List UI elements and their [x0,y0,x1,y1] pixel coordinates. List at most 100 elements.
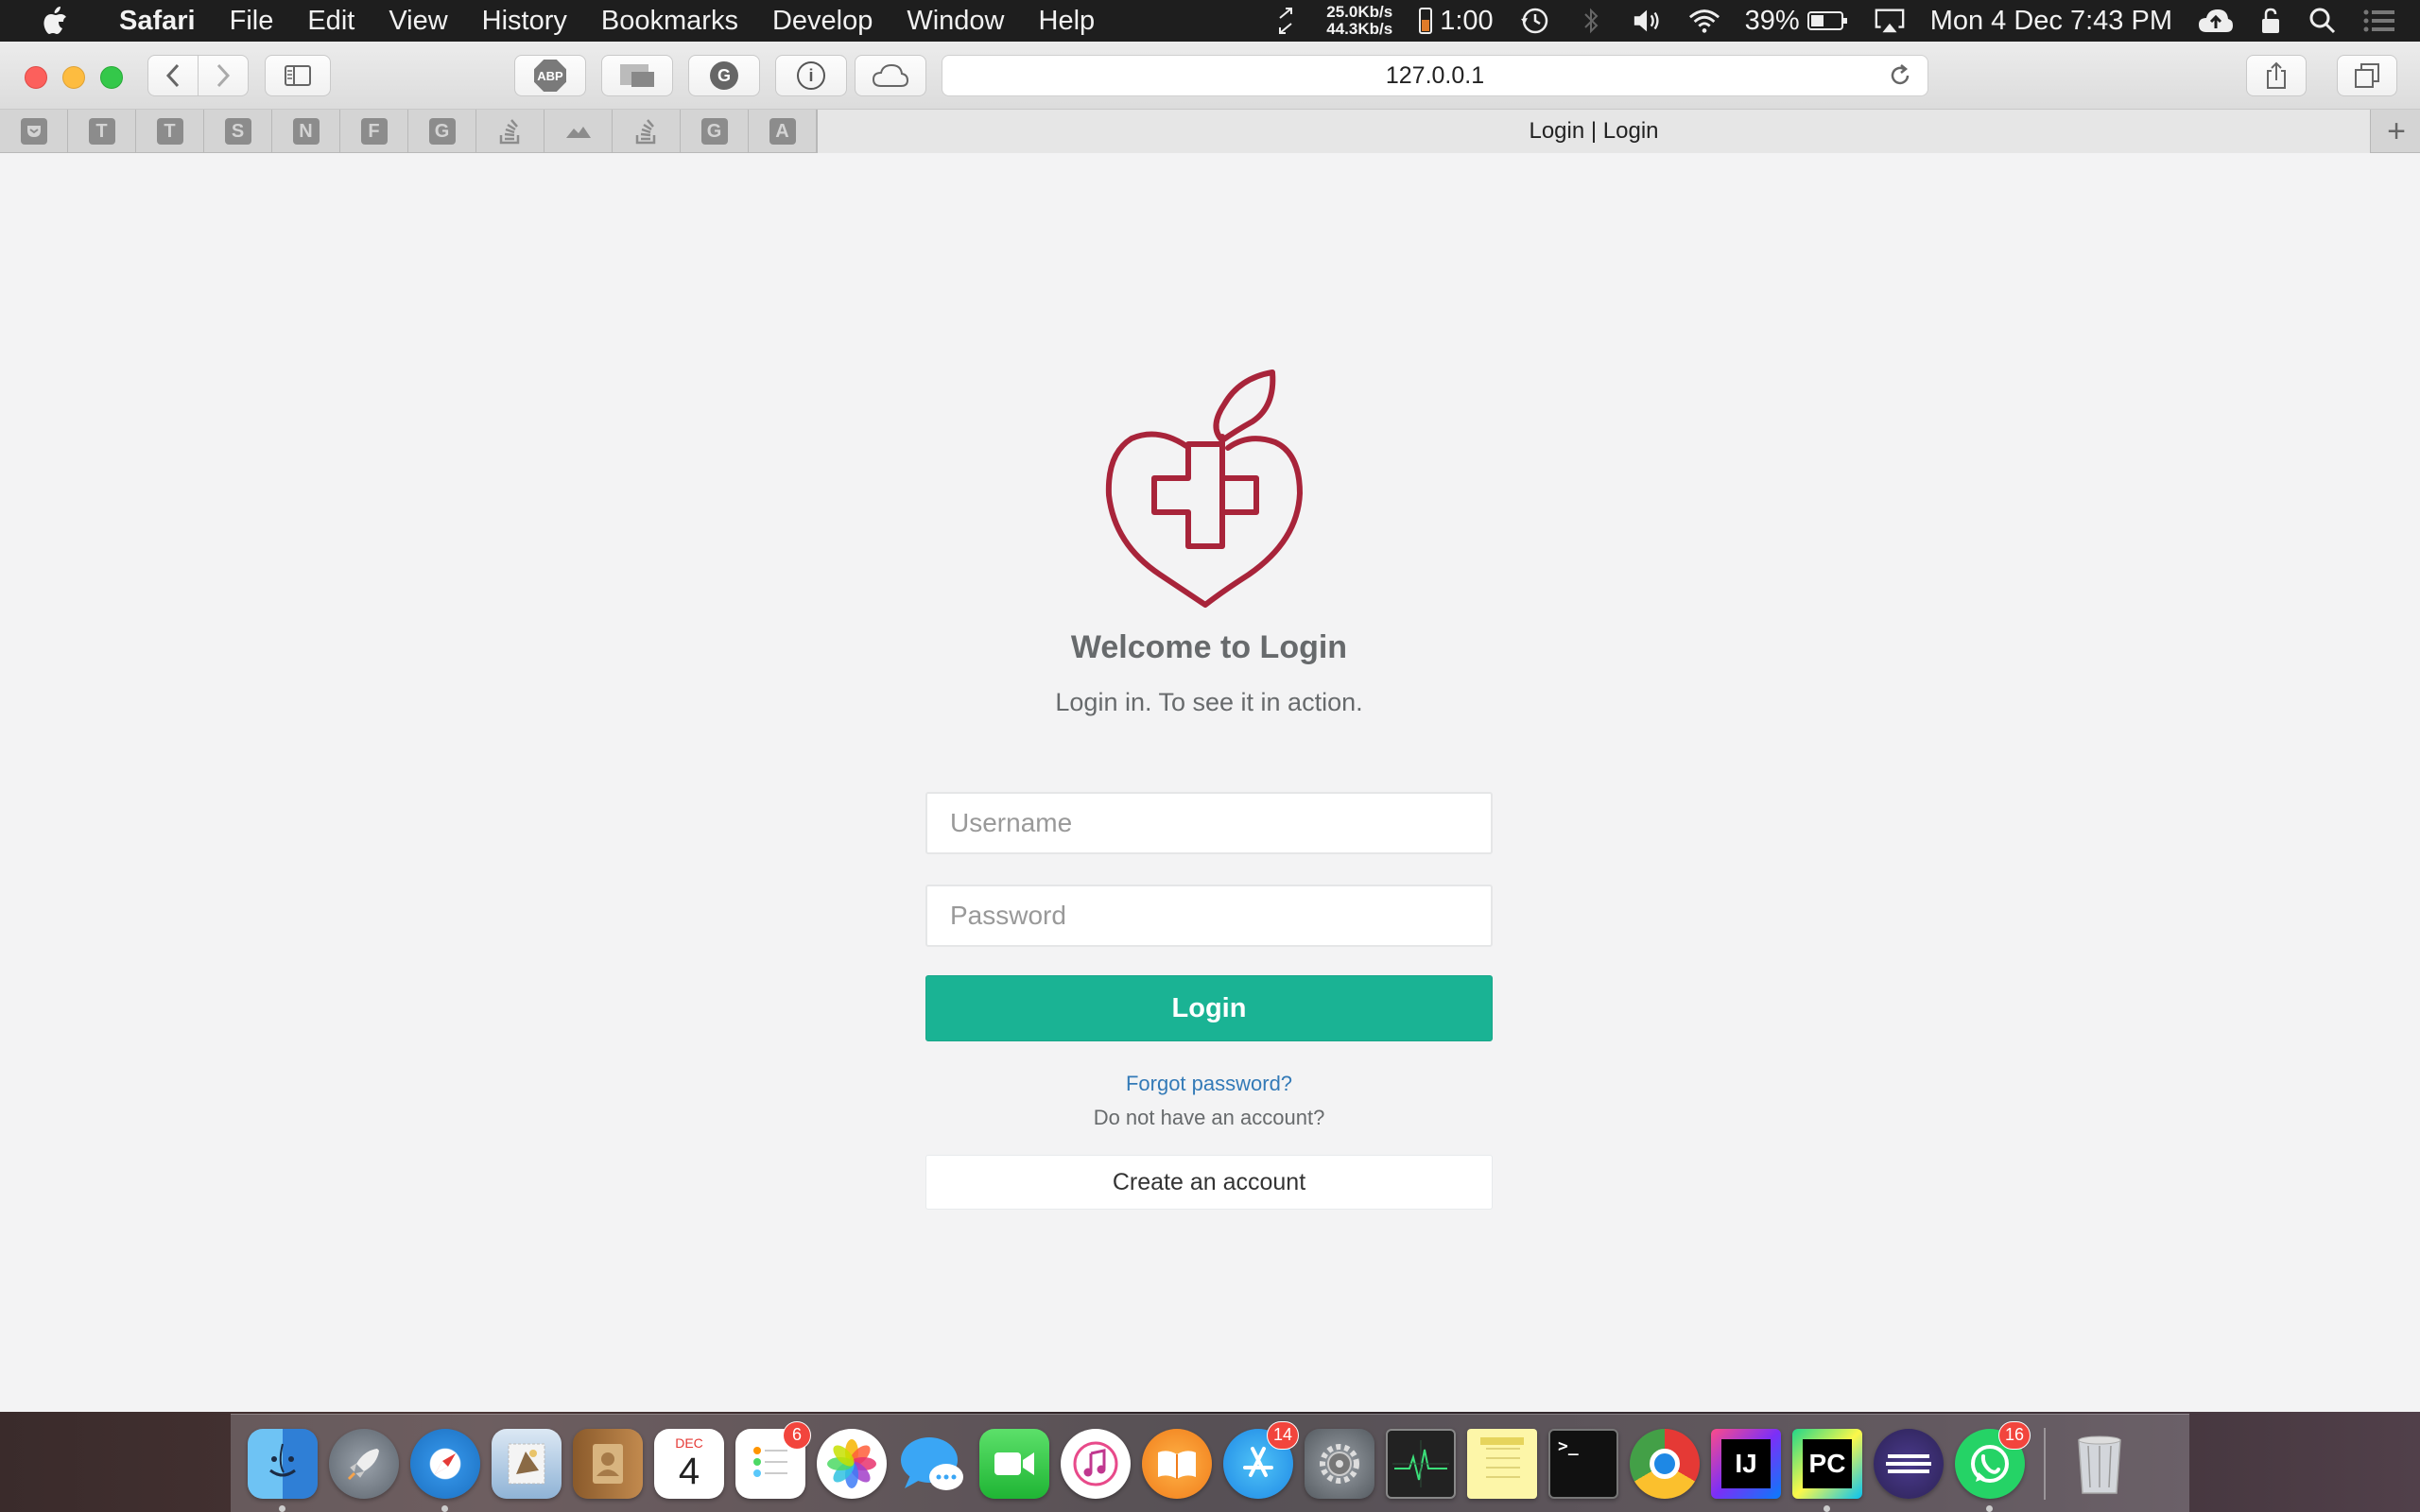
dock-trash[interactable] [2065,1429,2135,1499]
pinned-tab-11[interactable]: A [749,110,817,153]
screenshot-extension-button[interactable] [601,55,673,96]
menu-develop[interactable]: Develop [755,6,890,37]
cloud-upload-icon[interactable] [2197,7,2235,35]
pinned-tab-1[interactable]: T [68,110,136,153]
wifi-icon[interactable] [1688,7,1720,35]
chevron-right-icon [216,63,231,88]
password-input[interactable] [925,885,1493,947]
notification-badge: 6 [783,1420,811,1450]
sidebar-toggle-button[interactable] [265,55,331,96]
time-machine-icon[interactable] [1518,7,1550,35]
apple-menu-icon[interactable] [36,2,74,40]
forward-button[interactable] [198,55,249,96]
username-input[interactable] [925,792,1493,854]
menu-view[interactable]: View [372,6,464,37]
tab-bar: T T S N F G G A Login | Login + [0,110,2420,153]
chevron-left-icon [165,63,180,88]
dock-terminal[interactable]: >_ [1548,1428,1618,1499]
network-arrows-icon[interactable] [1270,7,1302,35]
timer-text[interactable]: 1:00 [1440,6,1493,37]
pinned-tab-3[interactable]: S [204,110,272,153]
page-content: Welcome to Login Login in. To see it in … [0,153,2420,1412]
running-indicator [279,1504,285,1512]
pinned-tab-2[interactable]: T [136,110,204,153]
battery-icon[interactable] [1806,7,1849,35]
grammarly-extension-button[interactable]: G [688,55,760,96]
dock-calendar[interactable]: DEC 4 [654,1428,724,1499]
terminal-icon: >_ [1558,1435,1579,1456]
login-button[interactable]: Login [925,975,1493,1041]
dock-contacts[interactable] [573,1428,643,1499]
pinned-tab-10[interactable]: G [681,110,749,153]
menu-bookmarks[interactable]: Bookmarks [584,6,755,37]
spotlight-search-icon[interactable] [2307,7,2339,35]
safari-toolbar: ABP G i 127.0.0.1 [0,42,2420,110]
notification-center-icon[interactable] [2363,7,2395,35]
create-account-button[interactable]: Create an account [925,1155,1493,1210]
volume-icon[interactable] [1632,7,1664,35]
dock-launchpad[interactable] [329,1428,399,1499]
plus-icon: + [2387,112,2406,149]
active-tab[interactable]: Login | Login [817,110,2371,153]
pinned-tab-6[interactable]: G [408,110,476,153]
back-button[interactable] [147,55,199,96]
dock-whatsapp[interactable]: 16 [1955,1420,2031,1512]
share-button[interactable] [2246,55,2307,96]
lock-icon[interactable] [2259,7,2282,35]
dock-intellij[interactable]: IJ [1711,1428,1781,1499]
menubar-clock[interactable]: Mon 4 Dec 7:43 PM [1930,6,2172,37]
bluetooth-icon[interactable] [1575,7,1607,35]
pinned-tab-4[interactable]: N [272,110,340,153]
menu-app-safari[interactable]: Safari [102,6,213,37]
airplay-icon[interactable] [1874,7,1906,35]
dock-messages[interactable] [898,1429,968,1499]
dock-safari[interactable] [410,1428,480,1512]
pinned-tab-stackoverflow[interactable] [476,110,544,153]
reload-button[interactable] [1886,61,1914,90]
dock-notes[interactable] [1467,1428,1537,1499]
pinned-tab-letter-icon: N [292,118,320,145]
new-tab-button[interactable]: + [2373,110,2420,153]
dock-chrome[interactable] [1630,1428,1700,1499]
dock-system-preferences[interactable] [1305,1428,1374,1499]
chrome-icon [1650,1448,1680,1479]
menu-history[interactable]: History [465,6,584,37]
window-fullscreen-button[interactable] [100,66,123,89]
dock-finder[interactable] [248,1428,318,1512]
dock-facetime[interactable] [979,1428,1049,1499]
cloud-extension-button[interactable] [855,55,926,96]
network-speed[interactable]: 25.0Kb/s 44.3Kb/s [1326,4,1392,38]
video-camera-icon [994,1452,1034,1475]
dock-eclipse[interactable] [1874,1428,1944,1499]
menu-help[interactable]: Help [1022,6,1113,37]
contacts-book-icon [593,1443,623,1484]
window-minimize-button[interactable] [62,66,85,89]
dock-separator [2044,1427,2046,1500]
battery-percent[interactable]: 39% [1745,6,1800,37]
dock-photos[interactable] [817,1428,887,1499]
forgot-password-link[interactable]: Forgot password? [925,1072,1493,1096]
pinned-tab-5[interactable]: F [340,110,408,153]
adblock-extension-button[interactable]: ABP [514,55,586,96]
tab-overview-button[interactable] [2337,55,2397,96]
dock-app-store[interactable]: 14 [1223,1420,1299,1499]
dock-pycharm[interactable]: PC [1792,1428,1862,1512]
menu-window[interactable]: Window [890,6,1021,37]
adblock-label: ABP [537,68,563,83]
address-bar[interactable]: 127.0.0.1 [942,55,1928,96]
dock-reminders[interactable]: 6 [735,1420,811,1499]
heart-apple-cross-logo [1098,352,1321,612]
heartbeat-icon [1392,1439,1449,1487]
info-extension-button[interactable]: i [775,55,847,96]
pinned-tab-cloud-app[interactable] [544,110,613,153]
pinned-tab-stackoverflow-2[interactable] [613,110,681,153]
menu-file[interactable]: File [213,6,291,37]
dock-activity-monitor[interactable] [1386,1428,1456,1499]
dock-itunes[interactable] [1061,1428,1131,1499]
dock-mail[interactable] [492,1428,562,1499]
menu-edit[interactable]: Edit [290,6,372,37]
window-close-button[interactable] [25,66,47,89]
dock-ibooks[interactable] [1142,1428,1212,1499]
stackoverflow-icon [635,119,655,145]
pinned-tab-pocket[interactable] [0,110,68,153]
